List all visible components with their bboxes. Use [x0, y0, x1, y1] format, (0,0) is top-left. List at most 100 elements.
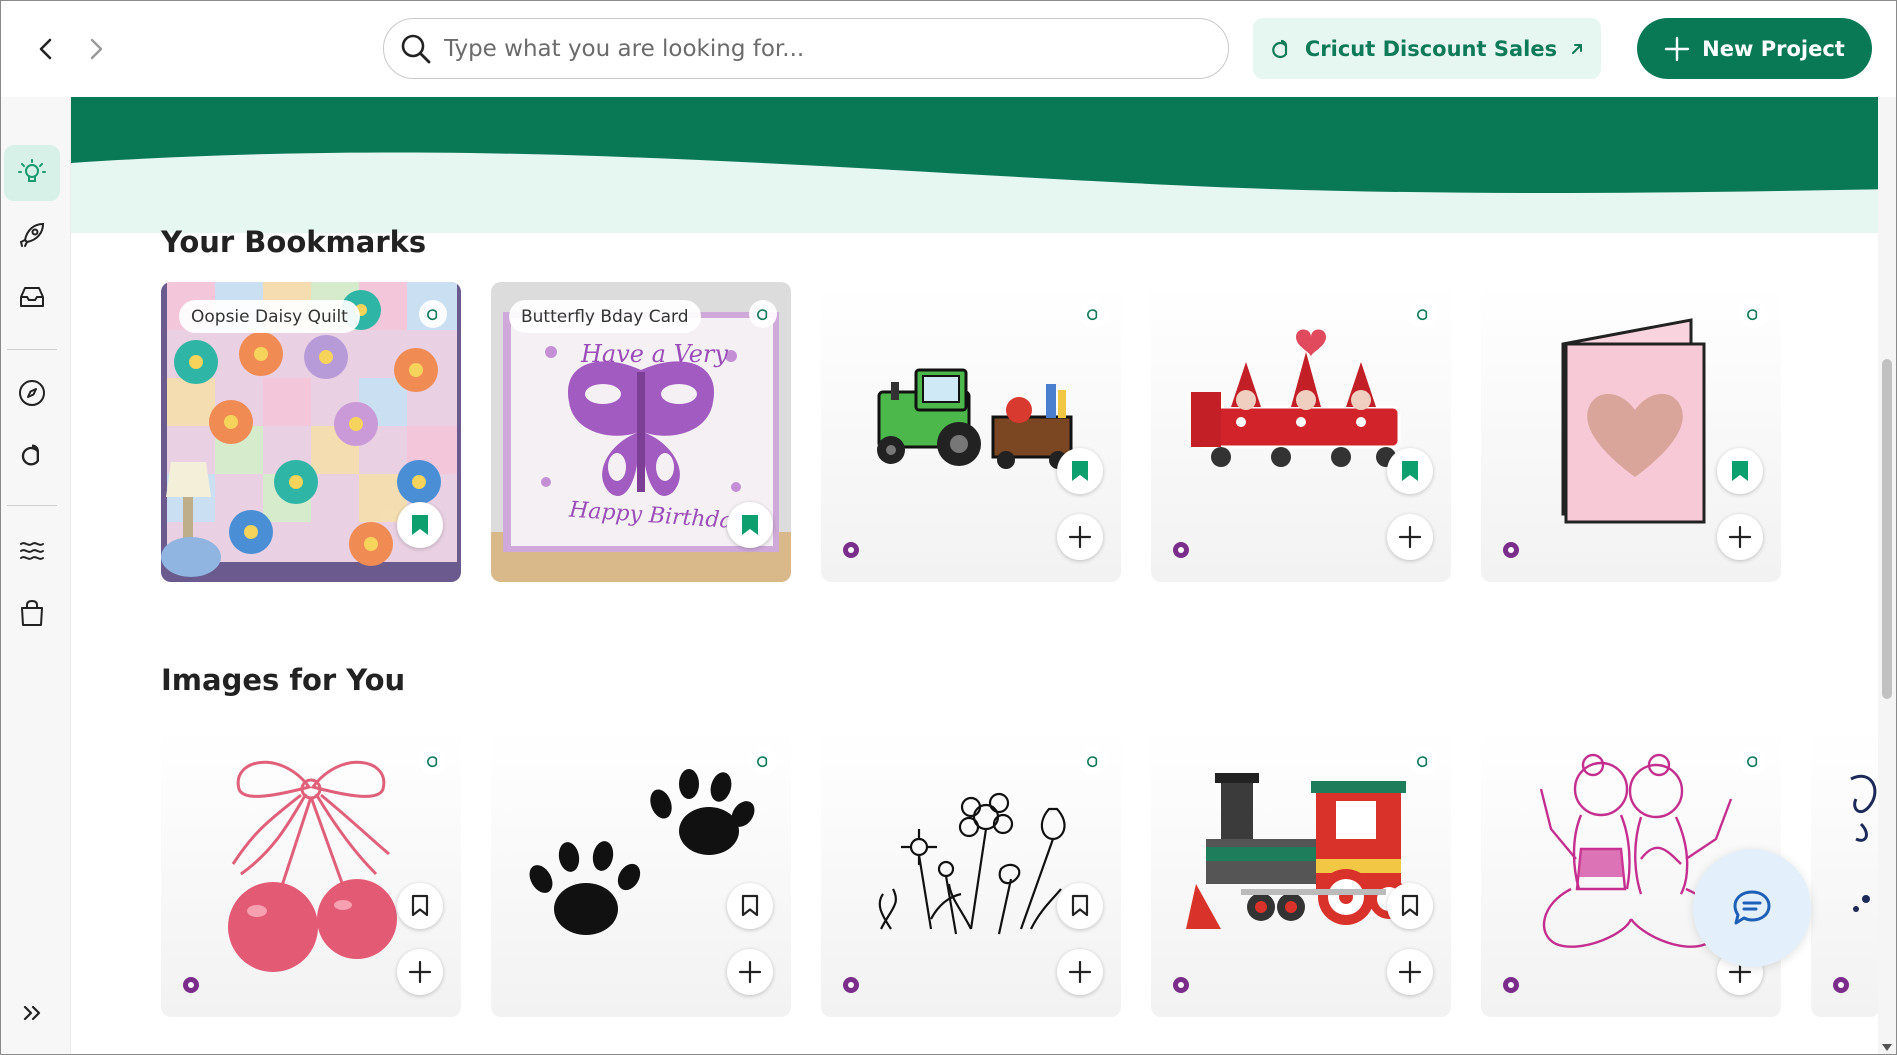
card-text-top: Have a Very — [581, 340, 728, 368]
app-window: Cricut Discount Sales New Project — [0, 0, 1897, 1055]
sidebar-divider — [7, 505, 57, 506]
banner-wave — [71, 97, 1896, 233]
inbox-icon — [20, 287, 44, 307]
cricut-discount-sales-button[interactable]: Cricut Discount Sales — [1253, 18, 1601, 79]
cricut-logo-icon — [1272, 39, 1287, 58]
cricut-logo-icon — [1087, 309, 1098, 321]
chat-support-button[interactable] — [1693, 849, 1811, 967]
bookmark-button[interactable] — [727, 502, 773, 548]
premium-icon — [1831, 975, 1851, 995]
chevron-left-icon — [39, 38, 52, 60]
bookmark-button[interactable] — [1057, 448, 1103, 494]
bookmark-card-quilt[interactable]: Oopsie Daisy Quilt — [161, 282, 461, 582]
bookmark-card-heart[interactable] — [1481, 282, 1781, 582]
plus-icon — [1068, 525, 1092, 549]
new-project-button[interactable]: New Project — [1637, 18, 1872, 79]
cricut-access-badge — [1739, 747, 1767, 775]
premium-icon — [1171, 540, 1191, 560]
scroll-down-arrow-icon[interactable] — [1882, 1044, 1892, 1052]
sidebar-item-explore[interactable] — [4, 365, 60, 421]
add-to-project-button[interactable] — [727, 949, 773, 995]
sidebar-divider — [7, 349, 57, 350]
cricut-logo-icon — [757, 309, 768, 321]
add-to-project-button[interactable] — [397, 949, 443, 995]
cricut-logo-icon — [21, 444, 39, 466]
double-chevron-right-icon — [23, 1005, 41, 1021]
image-card-cherries[interactable] — [161, 729, 461, 1017]
bookmark-outline-icon — [741, 894, 759, 917]
cricut-access-badge — [1409, 747, 1437, 775]
plus-icon — [738, 960, 762, 984]
search-bar[interactable] — [383, 18, 1229, 79]
bookmark-button[interactable] — [1057, 883, 1103, 929]
bookmark-filled-icon — [1732, 461, 1748, 481]
scroll-thumb[interactable] — [1882, 359, 1892, 699]
add-to-project-button[interactable] — [1387, 514, 1433, 560]
bookmark-button[interactable] — [1387, 883, 1433, 929]
back-button[interactable] — [26, 29, 66, 69]
bookmark-filled-icon — [1072, 461, 1088, 481]
forward-button[interactable] — [76, 29, 116, 69]
cricut-logo-icon — [1747, 756, 1758, 768]
add-to-project-button[interactable] — [1387, 949, 1433, 995]
sidebar-item-cricut[interactable] — [4, 427, 60, 483]
add-to-project-button[interactable] — [1057, 949, 1103, 995]
vertical-scrollbar[interactable] — [1878, 97, 1896, 1054]
sidebar-item-inbox[interactable] — [4, 269, 60, 325]
cricut-access-badge — [749, 747, 777, 775]
sidebar-item-projects[interactable] — [4, 207, 60, 263]
cricut-access-badge — [1079, 300, 1107, 328]
partial-image — [1850, 775, 1877, 912]
image-card-wildflowers[interactable] — [821, 729, 1121, 1017]
premium-icon — [841, 540, 861, 560]
plus-icon — [1068, 960, 1092, 984]
image-card-paws[interactable] — [491, 729, 791, 1017]
sidebar-item-shop[interactable] — [4, 585, 60, 641]
plus-icon — [1398, 525, 1422, 549]
premium-icon — [1501, 540, 1521, 560]
cricut-logo-icon — [427, 756, 438, 768]
card-label: Oopsie Daisy Quilt — [179, 300, 360, 333]
sidebar-expand-button[interactable] — [4, 985, 60, 1041]
bookmark-card-butterfly[interactable]: Have a Very Happy Birthday! Butterfly Bd… — [491, 282, 791, 582]
sidebar-item-inspiration[interactable] — [4, 145, 60, 201]
wave-icon — [20, 542, 44, 560]
add-to-project-button[interactable] — [1057, 514, 1103, 560]
premium-icon — [1501, 975, 1521, 995]
bookmark-button[interactable] — [727, 883, 773, 929]
compass-icon — [19, 380, 45, 406]
cricut-logo-icon — [1747, 309, 1758, 321]
cricut-logo-icon — [1417, 309, 1428, 321]
bookmark-card-gnome-train[interactable] — [1151, 282, 1451, 582]
chevron-right-icon — [90, 38, 103, 60]
external-arrow-icon — [1572, 43, 1583, 54]
bookmark-card-tractor[interactable] — [821, 282, 1121, 582]
cricut-access-badge — [419, 300, 447, 328]
bookmark-outline-icon — [411, 894, 429, 917]
image-card-partial[interactable] — [1811, 729, 1880, 1017]
plus-icon — [1398, 960, 1422, 984]
cricut-logo-icon — [427, 309, 438, 321]
discount-label: Cricut Discount Sales — [1304, 36, 1558, 61]
bookmark-button[interactable] — [397, 502, 443, 548]
bookmark-button[interactable] — [397, 883, 443, 929]
cricut-access-badge — [419, 747, 447, 775]
cricut-access-badge — [1079, 747, 1107, 775]
search-icon — [401, 34, 431, 63]
image-card-steam-train[interactable] — [1151, 729, 1451, 1017]
cricut-logo-icon — [1417, 756, 1428, 768]
bookmarks-title: Your Bookmarks — [161, 225, 427, 259]
search-input[interactable] — [444, 35, 1204, 62]
add-to-project-button[interactable] — [1717, 514, 1763, 560]
bookmark-button[interactable] — [1717, 448, 1763, 494]
premium-icon — [1171, 975, 1191, 995]
shopping-bag-icon — [21, 599, 43, 626]
lightbulb-icon — [18, 159, 46, 182]
rocket-icon — [19, 222, 45, 247]
bookmark-outline-icon — [1071, 894, 1089, 917]
plus-icon — [1664, 36, 1690, 61]
cricut-access-badge — [749, 300, 777, 328]
sidebar-item-materials[interactable] — [4, 523, 60, 579]
sidebar — [1, 97, 71, 1054]
bookmark-button[interactable] — [1387, 448, 1433, 494]
